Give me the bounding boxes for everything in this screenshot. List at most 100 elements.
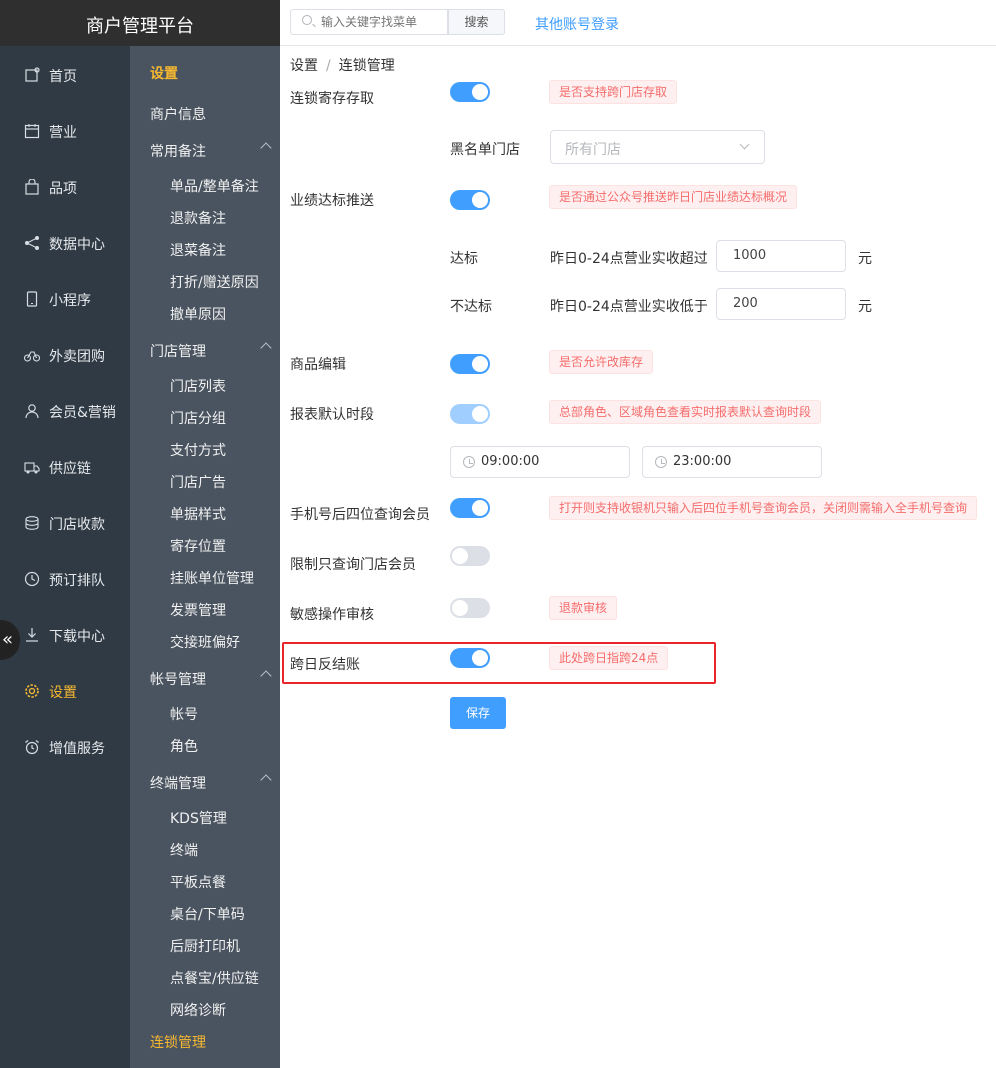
submenu-item-chain-management[interactable]: 连锁管理 [150,1032,206,1052]
blacklist-label: 黑名单门店 [450,142,520,158]
report-period-label: 报表默认时段 [290,407,374,423]
submenu-item[interactable]: 角色 [170,736,198,756]
submenu-item[interactable]: 门店分组 [170,408,226,428]
submenu-item-merchant-info[interactable]: 商户信息 [150,104,206,124]
sidebar-item-data-center[interactable]: 数据中心 [0,215,130,271]
menu-search-box[interactable] [290,9,448,35]
blacklist-store-select[interactable]: 所有门店 [550,130,765,164]
clock-icon [655,456,667,468]
submenu-item[interactable]: 点餐宝/供应链 [170,968,259,988]
chevron-up-icon [260,670,272,682]
sensitive-audit-hint-tag: 退款审核 [549,596,618,620]
reach-amount-input[interactable]: 1000 [716,240,846,272]
submenu-item[interactable]: 退菜备注 [170,240,226,260]
reach-unit: 元 [858,251,872,267]
coins-icon [25,516,39,530]
breadcrumb-root[interactable]: 设置 [290,58,318,74]
submenu-item[interactable]: 帐号 [170,704,198,724]
report-start-time-input[interactable]: 09:00:00 [450,446,630,478]
submenu-item[interactable]: KDS管理 [170,808,227,828]
cross-day-hint-tag: 此处跨日指跨24点 [549,646,669,670]
goods-edit-label: 商品编辑 [290,357,346,373]
double-chevron-left-icon: « [2,629,14,650]
store-member-only-switch[interactable] [450,546,490,566]
chevron-down-icon [739,139,750,150]
phone-last4-switch[interactable] [450,498,490,518]
submenu-item[interactable]: 终端 [170,840,198,860]
deposit-hint-tag: 是否支持跨门店存取 [549,80,678,104]
submenu-item[interactable]: 寄存位置 [170,536,226,556]
not-reach-amount-input[interactable]: 200 [716,288,846,320]
sidebar-item-settings[interactable]: 设置 [0,663,130,719]
submenu-item[interactable]: 发票管理 [170,600,226,620]
search-icon [302,15,312,25]
breadcrumb-current: 连锁管理 [338,58,395,74]
menu-search-input[interactable] [321,13,441,31]
reach-desc: 昨日0-24点营业实收超过 [550,251,708,267]
submenu-item[interactable]: 打折/赠送原因 [170,272,259,292]
report-period-switch[interactable] [450,404,490,424]
reach-label: 达标 [450,251,478,267]
sidebar-item-reservation-queue[interactable]: 预订排队 [0,551,130,607]
share-icon [25,236,39,250]
app-brand: 商户管理平台 [0,0,280,46]
chevron-up-icon [260,142,272,154]
report-end-time-input[interactable]: 23:00:00 [642,446,822,478]
bike-icon [24,351,40,362]
submenu-item[interactable]: 单品/整单备注 [170,176,259,196]
store-member-only-label: 限制只查询门店会员 [290,557,416,573]
sidebar-item-home[interactable]: 首页 [0,47,130,103]
home-icon [25,67,40,82]
sidebar-item-value-added[interactable]: 增值服务 [0,719,130,775]
submenu-group-notes[interactable]: 常用备注 [150,141,272,161]
submenu-item[interactable]: 挂账单位管理 [170,568,254,588]
submenu-group-store[interactable]: 门店管理 [150,341,272,361]
goods-edit-hint-tag: 是否允许改库存 [549,350,654,374]
phone-last4-label: 手机号后四位查询会员 [290,507,430,523]
submenu-item[interactable]: 门店广告 [170,472,226,492]
sensitive-audit-switch[interactable] [450,598,490,618]
submenu-item[interactable]: 网络诊断 [170,1000,226,1020]
perf-push-label: 业绩达标推送 [290,193,374,209]
calendar-icon [24,124,40,139]
alarm-icon [25,740,39,755]
submenu-group-account[interactable]: 帐号管理 [150,669,272,689]
submenu-item[interactable]: 单据样式 [170,504,226,524]
submenu-item[interactable]: 桌台/下单码 [170,904,245,924]
submenu-group-terminal[interactable]: 终端管理 [150,773,272,793]
goods-edit-switch[interactable] [450,354,490,374]
sidebar-item-member-marketing[interactable]: 会员&营销 [0,383,130,439]
deposit-switch[interactable] [450,82,490,102]
phone-icon [26,291,38,307]
not-reach-desc: 昨日0-24点营业实收低于 [550,299,708,315]
sidebar-item-mini-program[interactable]: 小程序 [0,271,130,327]
save-button[interactable]: 保存 [450,697,506,729]
download-icon [26,628,38,642]
sidebar-item-store-payment[interactable]: 门店收款 [0,495,130,551]
cross-day-switch[interactable] [450,648,490,668]
sidebar-item-delivery[interactable]: 外卖团购 [0,327,130,383]
submenu-item[interactable]: 支付方式 [170,440,226,460]
search-button[interactable]: 搜索 [448,9,505,35]
bag-icon [25,179,39,195]
submenu-title: 设置 [150,66,178,82]
submenu-item[interactable]: 退款备注 [170,208,226,228]
submenu-item[interactable]: 交接班偏好 [170,632,240,652]
gear-icon [25,684,39,698]
other-account-login-link[interactable]: 其他账号登录 [535,14,619,34]
submenu-item[interactable]: 撤单原因 [170,304,226,324]
not-reach-label: 不达标 [450,299,492,315]
phone-last4-hint-tag: 打开则支持收银机只输入后四位手机号查询会员，关闭则需输入全手机号查询 [549,496,978,520]
submenu-item[interactable]: 门店列表 [170,376,226,396]
chevron-up-icon [260,342,272,354]
breadcrumb: 设置 / 连锁管理 [290,58,395,74]
perf-push-switch[interactable] [450,190,490,210]
sidebar-item-business[interactable]: 营业 [0,103,130,159]
sidebar-item-products[interactable]: 品项 [0,159,130,215]
submenu-item[interactable]: 平板点餐 [170,872,226,892]
clock-icon [463,456,475,468]
submenu-item[interactable]: 后厨打印机 [170,936,240,956]
not-reach-unit: 元 [858,299,872,315]
perf-push-hint-tag: 是否通过公众号推送昨日门店业绩达标概况 [549,185,798,209]
sidebar-item-supply-chain[interactable]: 供应链 [0,439,130,495]
